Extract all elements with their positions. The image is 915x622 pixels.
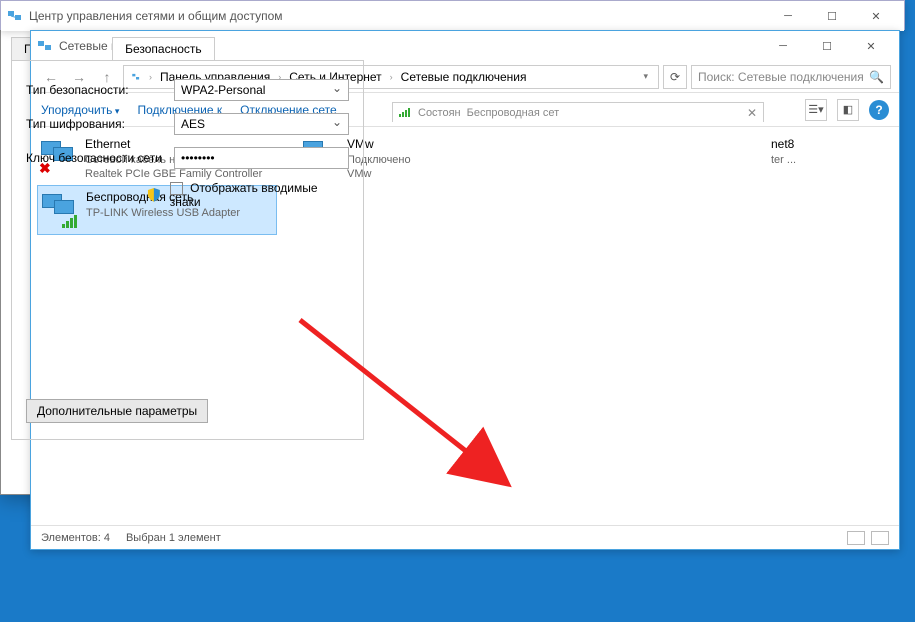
encryption-type-select[interactable]: AES [174,113,349,135]
checkbox-icon [170,182,183,195]
signal-bars-icon [399,108,410,117]
adapter-name: net8 [771,137,796,153]
advanced-settings-button[interactable]: Дополнительные параметры [26,399,208,423]
item-count: Элементов: 4 [41,532,110,544]
minimize-button[interactable]: ─ [761,32,805,60]
adapter-vmnet8[interactable]: net8 ter ... [769,133,889,171]
tab-security[interactable]: Безопасность [112,37,215,60]
uac-shield-icon [146,187,162,203]
minimize-button[interactable]: ─ [766,2,810,30]
close-button[interactable]: ✕ [849,32,893,60]
close-button[interactable]: ✕ [854,2,898,30]
details-view-button[interactable] [847,531,865,545]
adapter-device: ter ... [771,153,796,167]
maximize-button[interactable]: ☐ [805,32,849,60]
chevron-right-icon: › [387,72,396,82]
security-type-select[interactable]: WPA2-Personal [174,79,349,101]
search-icon: 🔍 [869,70,884,84]
network-connections-icon [37,38,53,54]
titlebar: Центр управления сетями и общим доступом… [1,1,904,31]
window-title: Центр управления сетями и общим доступом [29,9,283,23]
show-characters-checkbox[interactable]: Отображать вводимые знаки [170,181,349,209]
network-center-window: Центр управления сетями и общим доступом… [0,0,905,30]
breadcrumb-segment[interactable]: Сетевые подключения [398,70,530,84]
large-icons-view-button[interactable] [871,531,889,545]
close-icon[interactable]: ✕ [747,106,757,120]
network-center-icon [7,8,23,24]
network-key-label: Ключ безопасности сети [26,151,166,165]
encryption-type-label: Тип шифрования: [26,117,166,131]
refresh-button[interactable]: ⟳ [663,65,687,89]
search-placeholder: Поиск: Сетевые подключения [698,70,864,84]
wireless-properties-dialog: Свойства беспроводной сети ✕ Подключение… [0,0,375,495]
maximize-button[interactable]: ☐ [810,2,854,30]
status-bar: Элементов: 4 Выбран 1 элемент [31,525,899,549]
security-type-label: Тип безопасности: [26,83,166,97]
chevron-down-icon[interactable]: ▾ [640,71,651,82]
preview-pane-button[interactable]: ◧ [837,99,859,121]
wifi-status-window-title: Состоян Беспроводная сет ✕ [392,102,764,122]
search-input[interactable]: Поиск: Сетевые подключения 🔍 [691,65,891,89]
view-options-button[interactable]: ☰▾ [805,99,827,121]
help-button[interactable]: ? [869,100,889,120]
tab-panel-security: Тип безопасности: WPA2-Personal Тип шифр… [11,60,364,440]
selection-count: Выбран 1 элемент [126,532,221,544]
network-key-input[interactable]: •••••••• [174,147,349,169]
